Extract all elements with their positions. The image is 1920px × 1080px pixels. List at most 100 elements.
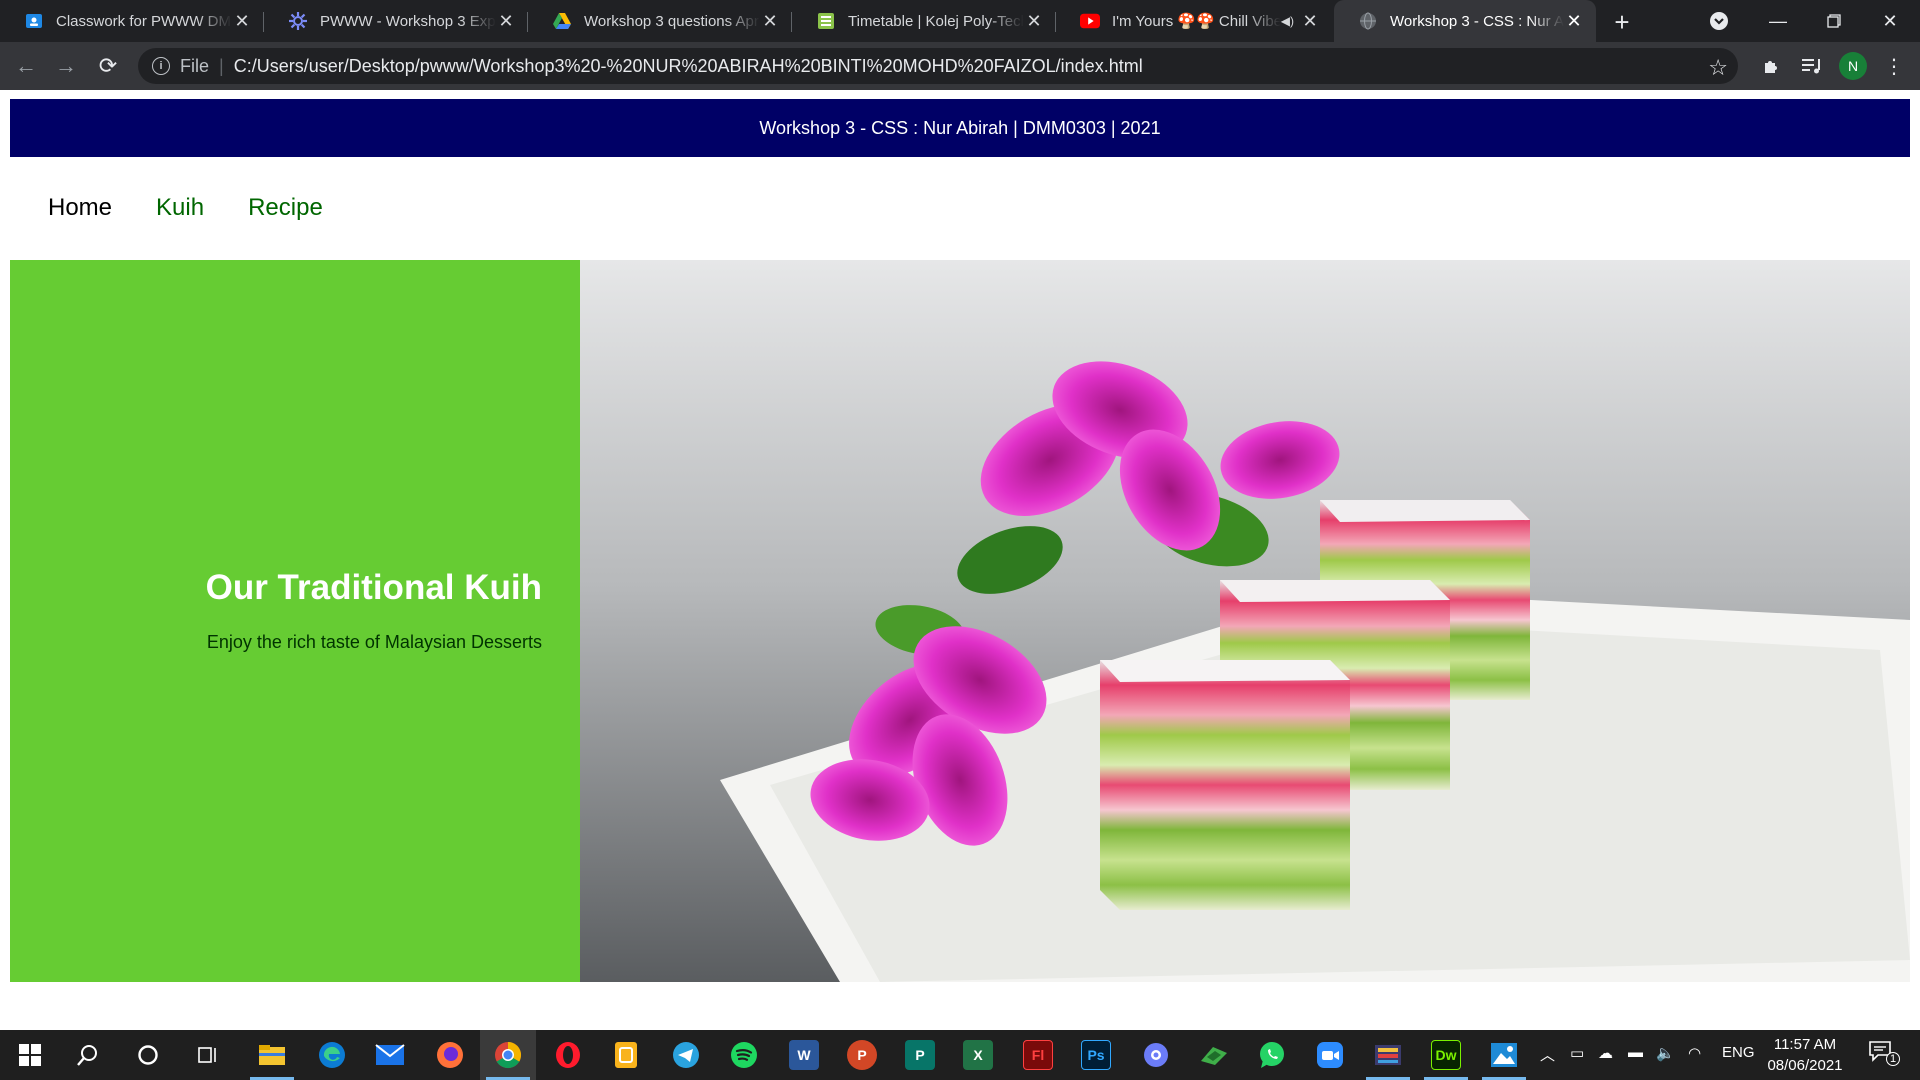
globe-icon — [1358, 11, 1378, 31]
kuih-lapis-photo — [580, 260, 1910, 982]
tab-title: I'm Yours 🍄🍄 Chill Vibes — [1112, 13, 1281, 30]
cortana-icon[interactable] — [120, 1030, 176, 1080]
windows-start-icon[interactable] — [2, 1030, 58, 1080]
tab-search-icon[interactable] — [1707, 9, 1731, 33]
mail-icon[interactable] — [362, 1030, 418, 1080]
hero-subtitle: Enjoy the rich taste of Malaysian Desser… — [206, 632, 542, 652]
menu-kebab-icon[interactable]: ⋮ — [1882, 54, 1906, 78]
meet-now-icon[interactable]: ▭ — [1570, 1044, 1584, 1062]
photoshop-icon[interactable]: Ps — [1068, 1030, 1124, 1080]
task-view-icon[interactable] — [180, 1030, 236, 1080]
window-close-icon[interactable]: ✕ — [1862, 0, 1918, 42]
photoshop-tile: Ps — [1081, 1040, 1111, 1070]
address-scheme: File — [180, 55, 210, 76]
hero-section: Our Traditional Kuih Enjoy the rich tast… — [10, 260, 1910, 982]
site-header-banner: Workshop 3 - CSS : Nur Abirah | DMM0303 … — [10, 99, 1910, 157]
browser-tab-strip: Classwork for PWWW DMM0303 ✕ PWWW - Work… — [0, 0, 1920, 42]
google-drive-icon — [552, 11, 572, 31]
action-center-icon[interactable]: 1 — [1868, 1040, 1900, 1066]
windows-taskbar: W P P X Fl Ps Dw ︿ ▭ ☁ ▬ 🔈 ◠ ENG 11:57 A… — [0, 1030, 1920, 1080]
dreamweaver-tile: Dw — [1431, 1040, 1461, 1070]
browser-toolbar: ← → ⟳ i File | C:/Users/user/Desktop/pww… — [0, 42, 1920, 90]
media-icon[interactable] — [1360, 1030, 1416, 1080]
new-tab-button[interactable]: + — [1606, 6, 1638, 38]
reload-icon[interactable]: ⟳ — [92, 50, 124, 82]
nav-link-home[interactable]: Home — [48, 194, 112, 222]
edge-icon[interactable] — [304, 1030, 360, 1080]
opera-icon[interactable] — [540, 1030, 596, 1080]
language-indicator[interactable]: ENG — [1722, 1044, 1755, 1061]
close-icon[interactable]: ✕ — [496, 11, 516, 31]
excel-tile: X — [963, 1040, 993, 1070]
tab-title: Timetable | Kolej Poly-Tech MARA — [848, 12, 1024, 30]
hero-title: Our Traditional Kuih — [205, 568, 542, 607]
address-url[interactable]: C:/Users/user/Desktop/pwww/Workshop3%20-… — [234, 56, 1143, 77]
onedrive-icon[interactable]: ☁ — [1598, 1044, 1613, 1062]
word-tile: W — [789, 1040, 819, 1070]
firefox-icon[interactable] — [422, 1030, 478, 1080]
notification-count: 1 — [1886, 1052, 1900, 1066]
whatsapp-icon[interactable] — [1244, 1030, 1300, 1080]
close-icon[interactable]: ✕ — [1300, 11, 1320, 31]
publisher-icon[interactable]: P — [892, 1030, 948, 1080]
sheet-icon — [816, 11, 836, 31]
bookmark-star-icon[interactable]: ☆ — [1708, 55, 1728, 81]
games-icon[interactable] — [1186, 1030, 1242, 1080]
info-icon[interactable]: i — [152, 57, 170, 75]
close-icon[interactable]: ✕ — [1024, 11, 1044, 31]
media-queue-icon[interactable] — [1800, 54, 1824, 78]
tab-title: Classwork for PWWW DMM0303 — [56, 12, 232, 30]
site-navigation: Home Kuih Recipe — [48, 194, 323, 222]
hero-text-panel: Our Traditional Kuih Enjoy the rich tast… — [10, 260, 580, 982]
extensions-puzzle-icon[interactable] — [1760, 54, 1784, 78]
notes-icon[interactable] — [598, 1030, 654, 1080]
settings-icon[interactable] — [1128, 1030, 1184, 1080]
tab-youtube-music[interactable]: I'm Yours 🍄🍄 Chill Vibes ◀) ✕ — [1056, 0, 1332, 42]
tab-timetable[interactable]: Timetable | Kolej Poly-Tech MARA ✕ — [792, 0, 1056, 42]
word-icon[interactable]: W — [776, 1030, 832, 1080]
address-bar[interactable]: i File | C:/Users/user/Desktop/pwww/Work… — [138, 48, 1738, 84]
system-clock[interactable]: 11:57 AM 08/06/2021 — [1760, 1034, 1850, 1076]
google-classroom-icon — [24, 11, 44, 31]
excel-icon[interactable]: X — [950, 1030, 1006, 1080]
publisher-tile: P — [905, 1040, 935, 1070]
youtube-icon — [1080, 11, 1100, 31]
tab-workshop-css-active[interactable]: Workshop 3 - CSS : Nur Abirah ✕ — [1334, 0, 1596, 42]
back-arrow-icon[interactable]: ← — [10, 50, 42, 82]
tab-classwork[interactable]: Classwork for PWWW DMM0303 ✕ — [0, 0, 264, 42]
chevron-up-icon[interactable]: ︿ — [1540, 1044, 1555, 1065]
chrome-icon[interactable] — [480, 1030, 536, 1080]
file-explorer-icon[interactable] — [244, 1030, 300, 1080]
powerpoint-tile: P — [847, 1040, 877, 1070]
close-icon[interactable]: ✕ — [760, 11, 780, 31]
tab-workshop-questions[interactable]: Workshop 3 questions April 2021 ✕ — [528, 0, 792, 42]
address-divider: | — [219, 55, 224, 76]
wifi-icon[interactable]: ◠ — [1688, 1044, 1701, 1062]
zoom-icon[interactable] — [1302, 1030, 1358, 1080]
tab-title: Workshop 3 questions April 2021 — [584, 12, 760, 30]
nav-link-kuih[interactable]: Kuih — [156, 194, 204, 222]
tab-workshop-explanation[interactable]: PWWW - Workshop 3 Explanation ✕ — [264, 0, 528, 42]
tab-title: PWWW - Workshop 3 Explanation — [320, 12, 496, 30]
flash-icon[interactable]: Fl — [1010, 1030, 1066, 1080]
forward-arrow-icon[interactable]: → — [50, 50, 82, 82]
gear-flower-icon — [288, 11, 308, 31]
spotify-icon[interactable] — [716, 1030, 772, 1080]
search-icon[interactable] — [60, 1030, 116, 1080]
restore-icon[interactable] — [1806, 0, 1862, 42]
photos-icon[interactable] — [1476, 1030, 1532, 1080]
close-icon[interactable]: ✕ — [232, 11, 252, 31]
speaker-icon[interactable]: ◀) — [1281, 14, 1294, 28]
profile-avatar[interactable]: N — [1839, 52, 1867, 80]
flash-tile: Fl — [1023, 1040, 1053, 1070]
nav-link-recipe[interactable]: Recipe — [248, 194, 323, 222]
volume-icon[interactable]: 🔈 — [1656, 1044, 1675, 1062]
close-icon[interactable]: ✕ — [1564, 11, 1584, 31]
tab-title: Workshop 3 - CSS : Nur Abirah — [1390, 12, 1564, 30]
powerpoint-icon[interactable]: P — [834, 1030, 890, 1080]
battery-icon[interactable]: ▬ — [1628, 1044, 1643, 1061]
clock-date: 08/06/2021 — [1767, 1057, 1843, 1074]
dreamweaver-icon[interactable]: Dw — [1418, 1030, 1474, 1080]
minimize-icon[interactable]: — — [1750, 0, 1806, 42]
telegram-icon[interactable] — [658, 1030, 714, 1080]
